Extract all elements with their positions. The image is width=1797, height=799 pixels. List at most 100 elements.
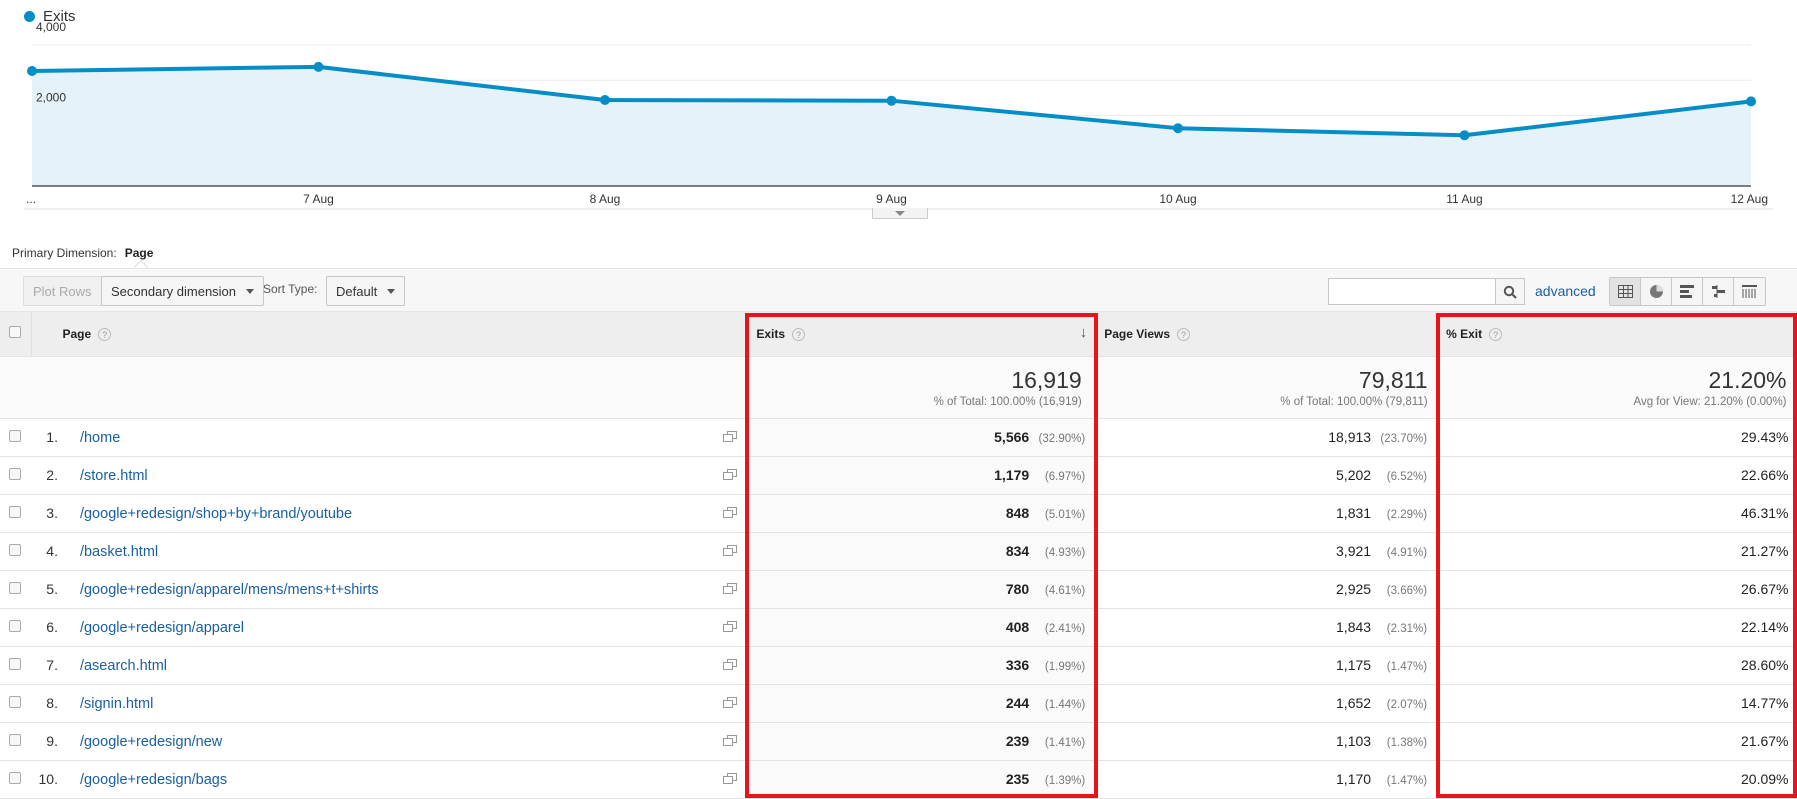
exit-rate-value: 26.67% <box>1741 581 1789 597</box>
table-row: 10. /google+redesign/bags 235 (1.39%) 1,170 (… <box>0 760 1797 799</box>
row-index: 8. <box>31 684 72 723</box>
page-link[interactable]: /home <box>80 430 120 446</box>
exits-value: 408 <box>1005 619 1030 635</box>
row-checkbox[interactable] <box>9 620 21 632</box>
table-toolbar: Plot Rows Secondary dimension Sort Type:… <box>0 270 1797 312</box>
pageviews-percent: (2.29%) <box>1386 509 1428 521</box>
page-cell: /google+redesign/shop+by+brand/youtube <box>71 494 749 533</box>
pageviews-value: 1,652 <box>1336 695 1372 711</box>
exits-cell: 780 (4.61%) <box>747 570 1097 609</box>
row-checkbox[interactable] <box>9 772 21 784</box>
exit-rate-cell: 21.67% <box>1437 722 1797 761</box>
pageviews-cell: 1,652 (2.07%) <box>1095 684 1439 723</box>
x-tick-label: 11 Aug <box>1446 192 1482 206</box>
row-index: 2. <box>31 456 72 495</box>
row-checkbox[interactable] <box>9 582 21 594</box>
advanced-filter-link[interactable]: advanced <box>1535 283 1596 299</box>
help-icon[interactable]: ? <box>98 327 112 341</box>
row-checkbox[interactable] <box>9 468 21 480</box>
primary-dimension-page[interactable]: Page <box>125 246 154 260</box>
row-checkbox[interactable] <box>9 734 21 746</box>
row-checkbox[interactable] <box>9 544 21 556</box>
table-search-input[interactable] <box>1328 278 1496 305</box>
page-column-header[interactable]: Page? <box>31 312 749 357</box>
secondary-dimension-dropdown[interactable]: Secondary dimension <box>101 276 265 306</box>
page-link[interactable]: /basket.html <box>80 544 158 560</box>
primary-dimension-label: Primary Dimension: <box>12 246 117 260</box>
page-link[interactable]: /store.html <box>80 468 148 484</box>
exits-value: 834 <box>1005 543 1030 559</box>
row-checkbox-cell <box>0 608 32 647</box>
table-row: 1. /home 5,566 (32.90%) 18,913 (23.70%) 29.43% <box>0 418 1797 457</box>
page-cell: /google+redesign/bags <box>71 760 749 799</box>
select-all-checkbox[interactable] <box>9 326 21 339</box>
exits-value: 5,566 <box>994 429 1030 445</box>
row-checkbox-cell <box>0 570 32 609</box>
exit-rate-value: 21.67% <box>1741 733 1789 749</box>
row-checkbox[interactable] <box>9 430 21 442</box>
open-page-icon[interactable] <box>723 506 738 519</box>
pageviews-percent: (1.38%) <box>1386 737 1428 749</box>
open-page-icon[interactable] <box>723 658 738 671</box>
page-link[interactable]: /signin.html <box>80 696 153 712</box>
page-link[interactable]: /google+redesign/bags <box>80 772 227 788</box>
data-point <box>27 65 37 76</box>
page-cell: /asearch.html <box>71 646 749 685</box>
help-icon[interactable]: ? <box>792 327 805 341</box>
search-button[interactable] <box>1495 278 1525 305</box>
row-checkbox[interactable] <box>9 506 21 518</box>
page-link[interactable]: /google+redesign/apparel <box>80 620 244 636</box>
pageviews-value: 18,913 <box>1328 429 1372 445</box>
open-page-icon[interactable] <box>723 468 738 481</box>
exits-value: 235 <box>1005 771 1030 787</box>
help-icon[interactable]: ? <box>1177 327 1191 341</box>
exits-column-header[interactable]: Exits? ↓ <box>747 312 1097 357</box>
pageviews-total: 79,811 <box>1358 366 1428 393</box>
exit-rate-column-header[interactable]: % Exit? <box>1437 312 1797 357</box>
open-page-icon[interactable] <box>723 734 738 747</box>
open-page-icon[interactable] <box>723 696 738 709</box>
open-page-icon[interactable] <box>723 544 738 557</box>
plot-rows-button[interactable]: Plot Rows <box>23 276 102 306</box>
exits-header-label: Exits <box>756 326 785 341</box>
pageviews-percent: (1.47%) <box>1386 775 1428 787</box>
exit-rate-value: 14.77% <box>1741 695 1789 711</box>
page-link[interactable]: /google+redesign/new <box>80 734 222 750</box>
pageviews-value: 1,831 <box>1336 505 1372 521</box>
pageviews-percent: (2.07%) <box>1386 699 1428 711</box>
page-link[interactable]: /asearch.html <box>80 658 167 674</box>
data-point <box>1459 130 1470 141</box>
pageviews-cell: 1,831 (2.29%) <box>1095 494 1439 533</box>
page-link[interactable]: /google+redesign/apparel/mens/mens+t+shi… <box>80 582 379 598</box>
row-index: 6. <box>31 608 72 647</box>
open-page-icon[interactable] <box>723 620 738 633</box>
help-icon[interactable]: ? <box>1489 327 1503 341</box>
sort-type-dropdown[interactable]: Default <box>326 276 406 306</box>
exits-value: 244 <box>1005 695 1030 711</box>
row-checkbox[interactable] <box>9 658 21 670</box>
y-tick-label: 2,000 <box>36 91 66 105</box>
data-point <box>600 94 610 105</box>
row-index: 9. <box>31 722 72 761</box>
x-tick-label: 12 Aug <box>1731 192 1768 206</box>
exits-total: 16,919 <box>1011 366 1082 393</box>
pageviews-column-header[interactable]: Page Views? <box>1095 312 1439 357</box>
performance-view-icon[interactable] <box>1672 278 1703 305</box>
search-icon <box>1503 285 1517 299</box>
totals-row: 16,919 % of Total: 100.00% (16,919) 79,8… <box>0 356 1797 419</box>
open-page-icon[interactable] <box>723 430 738 443</box>
page-link[interactable]: /google+redesign/shop+by+brand/youtube <box>80 506 352 522</box>
row-index: 4. <box>31 532 72 571</box>
open-page-icon[interactable] <box>723 772 738 785</box>
open-page-icon[interactable] <box>723 582 738 595</box>
pageviews-percent: (3.66%) <box>1386 585 1428 597</box>
exit-rate-cell: 28.60% <box>1437 646 1797 685</box>
select-all-cell <box>0 312 33 357</box>
pie-view-icon[interactable] <box>1641 278 1672 305</box>
row-checkbox[interactable] <box>9 696 21 708</box>
table-view-icon[interactable] <box>1610 278 1641 305</box>
exit-rate-value: 28.60% <box>1741 657 1789 673</box>
comparison-view-icon[interactable] <box>1703 278 1734 305</box>
pivot-view-icon[interactable] <box>1734 278 1765 305</box>
chart-collapse-handle[interactable] <box>872 208 928 219</box>
